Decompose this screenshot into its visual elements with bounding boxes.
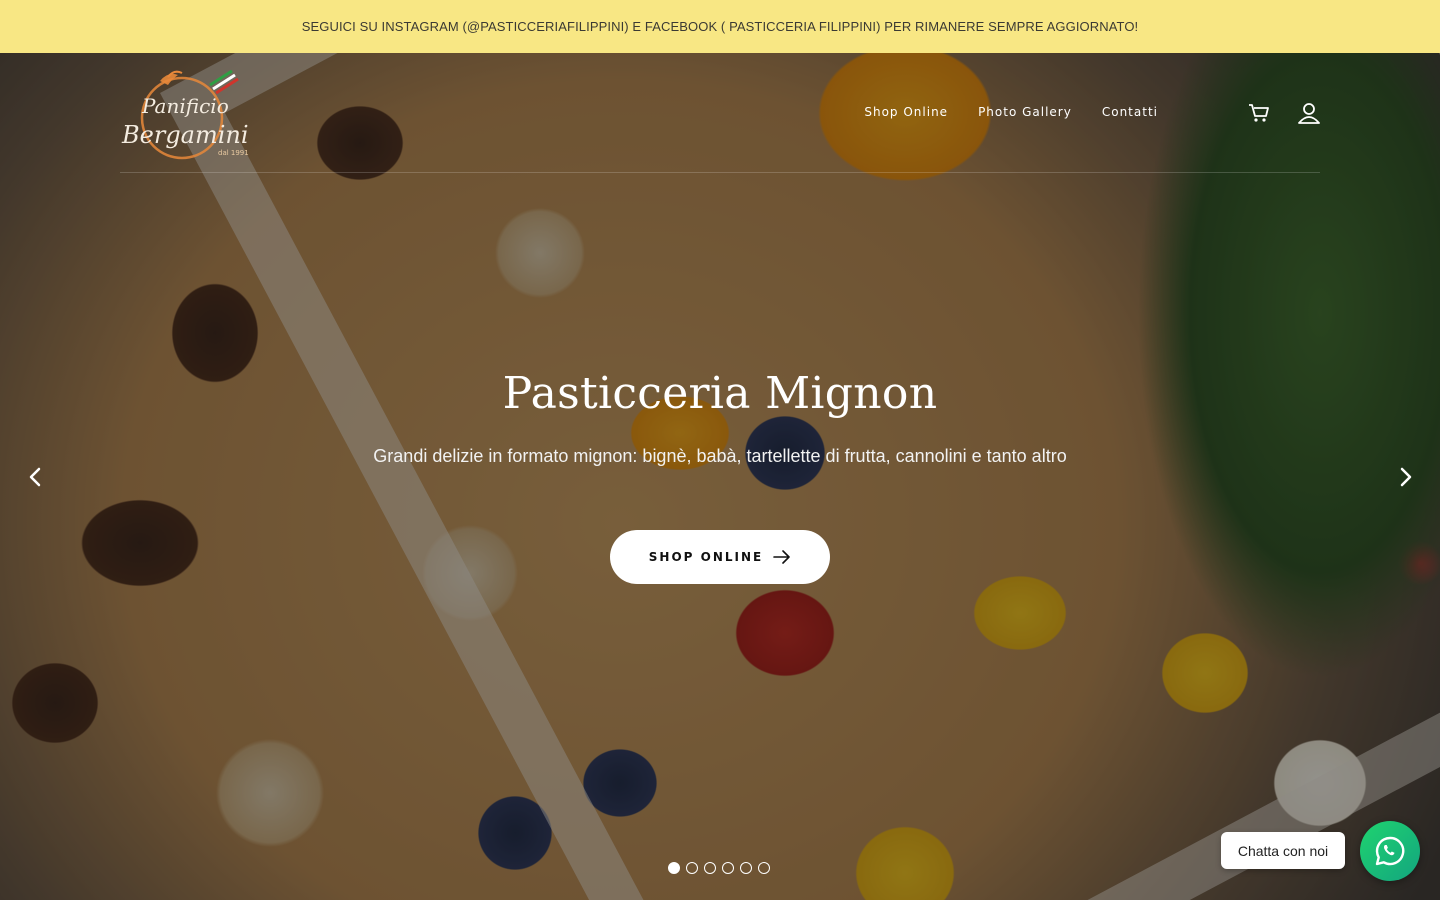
hero-subtitle: Grandi delizie in formato mignon: bignè,… bbox=[373, 446, 1067, 466]
chat-bubble[interactable]: Chatta con noi bbox=[1221, 832, 1345, 869]
slider-dot-4[interactable] bbox=[722, 862, 734, 874]
hero-title: Pasticceria Mignon bbox=[502, 368, 938, 419]
nav-contatti[interactable]: Contatti bbox=[1102, 105, 1158, 119]
chevron-right-icon bbox=[1400, 467, 1412, 487]
hero-content: Pasticceria Mignon Grandi delizie in for… bbox=[0, 53, 1440, 900]
cart-icon[interactable] bbox=[1246, 100, 1272, 126]
logo-text-line2: Bergamini bbox=[121, 121, 249, 149]
site-logo[interactable]: Panificio Bergamini dal 1991 bbox=[120, 63, 250, 163]
announcement-bar: SEGUICI SU INSTAGRAM (@PASTICCERIAFILIPP… bbox=[0, 0, 1440, 53]
logo-text-line1: Panificio bbox=[141, 94, 229, 118]
nav-photo-gallery[interactable]: Photo Gallery bbox=[978, 105, 1072, 119]
chevron-left-icon bbox=[29, 467, 41, 487]
slider-dot-3[interactable] bbox=[704, 862, 716, 874]
nav-shop-online[interactable]: Shop Online bbox=[864, 105, 948, 119]
user-icon[interactable] bbox=[1296, 100, 1322, 126]
logo-since: dal 1991 bbox=[218, 149, 249, 157]
slider-dot-1[interactable] bbox=[668, 862, 680, 874]
slider-prev-button[interactable] bbox=[24, 465, 48, 489]
slider-dot-2[interactable] bbox=[686, 862, 698, 874]
whatsapp-icon bbox=[1375, 836, 1405, 866]
slider-dot-5[interactable] bbox=[740, 862, 752, 874]
shop-online-label: SHOP ONLINE bbox=[648, 550, 764, 564]
chat-bubble-label: Chatta con noi bbox=[1237, 842, 1329, 859]
whatsapp-button[interactable] bbox=[1360, 821, 1420, 881]
arrow-right-icon bbox=[773, 550, 791, 564]
announcement-text: SEGUICI SU INSTAGRAM (@PASTICCERIAFILIPP… bbox=[301, 19, 1139, 34]
logo-mark: Panificio Bergamini dal 1991 bbox=[121, 69, 249, 160]
slider-pagination bbox=[668, 862, 770, 874]
shop-online-button[interactable]: SHOP ONLINE bbox=[610, 530, 830, 584]
main-nav: Shop Online Photo Gallery Contatti bbox=[864, 105, 1158, 119]
site-header: Panificio Bergamini dal 1991 Shop Online… bbox=[120, 53, 1320, 173]
slider-dot-6[interactable] bbox=[758, 862, 770, 874]
slider-next-button[interactable] bbox=[1393, 465, 1417, 489]
